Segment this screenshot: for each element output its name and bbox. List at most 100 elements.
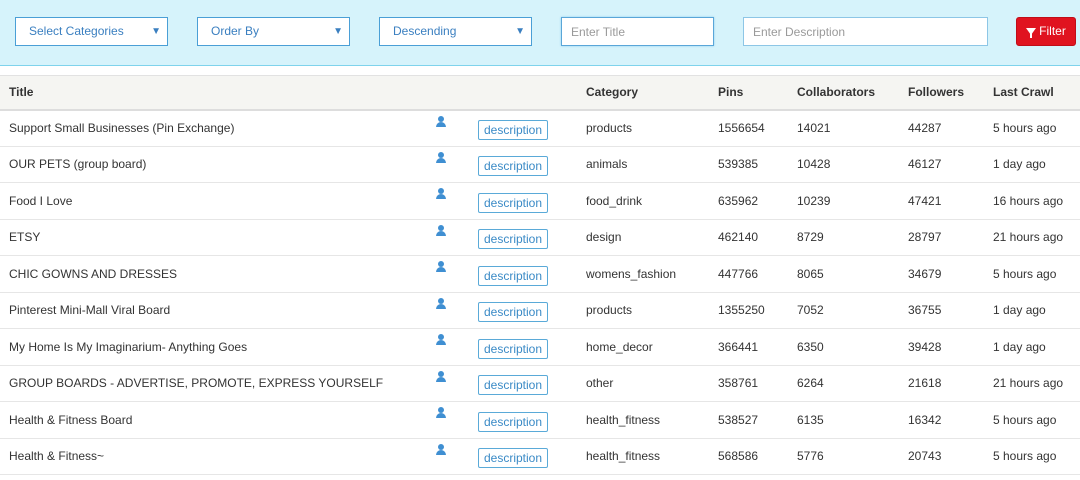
last-crawl-cell: 1 day ago — [984, 146, 1080, 183]
description-button[interactable]: description — [478, 265, 549, 286]
user-icon[interactable] — [435, 224, 447, 237]
caret-down-icon: ▼ — [151, 26, 161, 37]
pins-cell: 635962 — [709, 182, 788, 220]
table-row: Health & Fitness Board description health_… — [0, 401, 1080, 439]
board-title-cell[interactable]: CHIC GOWNS AND DRESSES — [0, 255, 433, 293]
user-icon[interactable] — [435, 297, 447, 310]
collaborators-cell: 8065 — [788, 255, 899, 293]
last-crawl-cell: 21 hours ago — [984, 365, 1080, 402]
pins-cell: 568586 — [709, 438, 788, 475]
board-title-cell[interactable]: Health & Fitness Board — [0, 401, 433, 439]
description-button[interactable]: description — [478, 375, 549, 396]
order-by-select[interactable]: Order By ▼ — [197, 17, 350, 46]
collaborators-cell: 5776 — [788, 438, 899, 475]
header-spacer — [478, 75, 577, 111]
pins-cell: 1556654 — [709, 109, 788, 147]
header-pins[interactable]: Pins — [709, 75, 788, 111]
last-crawl-cell: 5 hours ago — [984, 438, 1080, 475]
header-last-crawl[interactable]: Last Crawl — [984, 75, 1080, 111]
category-cell: home_decor — [577, 328, 709, 366]
last-crawl-cell: 1 day ago — [984, 328, 1080, 366]
followers-cell: 46127 — [899, 146, 984, 183]
category-cell: health_fitness — [577, 401, 709, 439]
board-title-cell[interactable]: OUR PETS (group board) — [0, 146, 433, 183]
filter-button-label: Filter — [1039, 24, 1066, 38]
last-crawl-cell: 1 day ago — [984, 292, 1080, 329]
user-icon[interactable] — [435, 115, 447, 128]
collaborators-cell: 10239 — [788, 182, 899, 220]
category-cell: health_fitness — [577, 438, 709, 475]
last-crawl-cell: 5 hours ago — [984, 109, 1080, 147]
pins-cell: 358761 — [709, 365, 788, 402]
followers-cell: 44287 — [899, 109, 984, 147]
user-icon[interactable] — [435, 370, 447, 383]
description-cell: description — [478, 438, 577, 475]
board-title-cell[interactable]: Support Small Businesses (Pin Exchange) — [0, 109, 433, 147]
order-by-select-label: Order By — [211, 24, 260, 38]
description-cell: description — [478, 365, 577, 402]
categories-select[interactable]: Select Categories ▼ — [15, 17, 168, 46]
description-button[interactable]: description — [478, 192, 549, 213]
header-category[interactable]: Category — [577, 75, 709, 111]
table-row: GROUP BOARDS - ADVERTISE, PROMOTE, EXPRE… — [0, 365, 1080, 402]
description-cell: description — [478, 182, 577, 220]
description-button[interactable]: description — [478, 229, 549, 250]
board-title-cell[interactable]: GROUP BOARDS - ADVERTISE, PROMOTE, EXPRE… — [0, 365, 433, 402]
pins-cell: 447766 — [709, 255, 788, 293]
category-cell: womens_fashion — [577, 255, 709, 293]
table-row: Health & Fitness~ description health_fitne… — [0, 438, 1080, 475]
description-button[interactable]: description — [478, 156, 549, 177]
last-crawl-cell: 5 hours ago — [984, 255, 1080, 293]
user-icon[interactable] — [435, 407, 447, 419]
board-title-cell[interactable]: My Home Is My Imaginarium- Anything Goes — [0, 328, 433, 366]
category-cell: other — [577, 365, 709, 402]
filter-bar: Select Categories ▼ Order By ▼ Descendin… — [0, 0, 1080, 66]
pins-cell: 462140 — [709, 219, 788, 256]
user-icon[interactable] — [435, 188, 447, 200]
followers-cell: 20743 — [899, 438, 984, 475]
table-body: Support Small Businesses (Pin Exchange) d… — [0, 109, 1080, 475]
description-cell: description — [478, 109, 577, 147]
user-icon[interactable] — [435, 151, 447, 164]
user-icon[interactable] — [435, 261, 447, 273]
board-title-cell[interactable]: ETSY — [0, 219, 433, 256]
collaborators-icon-cell — [433, 365, 478, 402]
collaborators-icon-cell — [433, 401, 478, 439]
board-title-cell[interactable]: Food I Love — [0, 182, 433, 220]
description-cell: description — [478, 292, 577, 329]
title-search-input[interactable] — [561, 17, 714, 46]
description-search-input[interactable] — [743, 17, 988, 46]
description-cell: description — [478, 146, 577, 183]
board-title-cell[interactable]: Health & Fitness~ — [0, 438, 433, 475]
filter-funnel-icon — [1026, 28, 1037, 38]
description-button[interactable]: description — [478, 302, 549, 323]
filter-button[interactable]: Filter — [1016, 17, 1076, 46]
description-cell: description — [478, 401, 577, 439]
collaborators-cell: 6264 — [788, 365, 899, 402]
table-row: ETSY description design 462140 8729 28797 21 h… — [0, 219, 1080, 256]
collaborators-icon-cell — [433, 109, 478, 147]
category-cell: products — [577, 109, 709, 147]
header-followers[interactable]: Followers — [899, 75, 984, 111]
board-title-cell[interactable]: Pinterest Mini-Mall Viral Board — [0, 292, 433, 329]
collaborators-cell: 10428 — [788, 146, 899, 183]
caret-down-icon: ▼ — [515, 26, 525, 37]
pins-cell: 366441 — [709, 328, 788, 366]
header-collaborators[interactable]: Collaborators — [788, 75, 899, 111]
last-crawl-cell: 16 hours ago — [984, 182, 1080, 220]
category-cell: design — [577, 219, 709, 256]
header-title[interactable]: Title — [0, 75, 433, 111]
followers-cell: 47421 — [899, 182, 984, 220]
user-icon[interactable] — [435, 334, 447, 346]
boards-table-container: Title Category Pins Collaborators Follow… — [0, 75, 1080, 480]
user-icon[interactable] — [435, 443, 447, 456]
description-button[interactable]: description — [478, 120, 549, 140]
collaborators-icon-cell — [433, 438, 478, 475]
description-button[interactable]: description — [478, 338, 549, 359]
table-row: OUR PETS (group board) description animals… — [0, 146, 1080, 183]
description-button[interactable]: description — [478, 411, 549, 432]
sort-direction-select[interactable]: Descending ▼ — [379, 17, 532, 46]
description-button[interactable]: description — [478, 448, 549, 469]
table-row: My Home Is My Imaginarium- Anything Goes… — [0, 328, 1080, 366]
collaborators-icon-cell — [433, 255, 478, 293]
